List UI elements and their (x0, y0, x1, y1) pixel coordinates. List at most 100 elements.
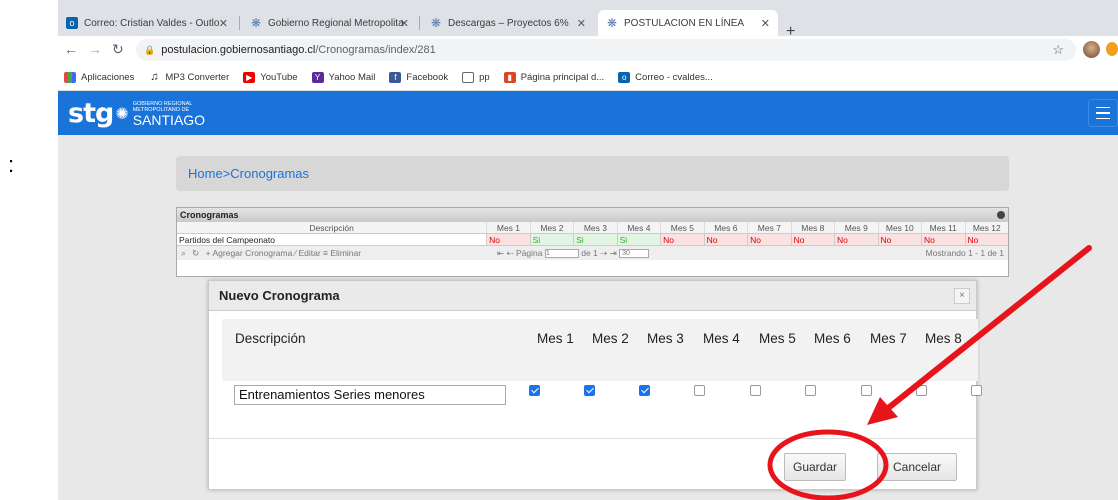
month-checkbox[interactable] (639, 385, 650, 396)
month-cell: Si (616, 234, 661, 245)
grid-caption: Cronogramas (177, 208, 1008, 222)
site-logo[interactable]: stg ✺ GOBIERNO REGIONAL METROPOLITANO DE… (68, 98, 205, 129)
column-header-mes[interactable]: Mes 7 (747, 222, 790, 233)
table-row[interactable]: Partidos del Campeonato No Si Si Si No No No No N… (177, 234, 1008, 246)
bookmark-label: Aplicaciones (81, 71, 135, 83)
column-header-mes: Mes 7 (870, 331, 907, 346)
tab-title: POSTULACION EN LÍNEA (624, 17, 745, 29)
month-cell: No (660, 234, 704, 245)
last-page-icon[interactable]: ⇥ (610, 248, 617, 258)
dialog-header: Nuevo Cronograma × (209, 281, 976, 311)
logo-subtitle: GOBIERNO REGIONAL METROPOLITANO DE SANTI… (133, 101, 205, 127)
next-page-icon[interactable]: ⇢ (600, 248, 607, 258)
bookmark-label: MP3 Converter (165, 71, 230, 83)
month-cell: No (834, 234, 878, 245)
url-field[interactable]: 🔒 postulacion.gobiernosantiago.cl /Crono… (136, 39, 1076, 61)
month-checkbox[interactable] (584, 385, 595, 396)
month-cell: No (921, 234, 965, 245)
first-page-icon[interactable]: ⇤ (497, 248, 504, 258)
column-header-mes[interactable]: Mes 12 (964, 222, 1008, 233)
column-header-mes: Mes 5 (759, 331, 796, 346)
bookmark-label: Yahoo Mail (328, 71, 376, 83)
close-tab-icon[interactable]: ✕ (219, 17, 228, 30)
hamburger-icon (1096, 112, 1110, 114)
row-description: Partidos del Campeonato (179, 235, 275, 245)
month-cell: Si (529, 234, 574, 245)
grid-actions: ⌕ ↻ + Agregar Cronograma ⁄ Editar ≡ Elim… (181, 246, 361, 260)
bookmark-apps[interactable]: Aplicaciones (64, 71, 135, 83)
close-dialog-button[interactable]: × (954, 288, 970, 304)
folder-icon (462, 71, 475, 83)
close-tab-icon[interactable]: ✕ (400, 17, 409, 30)
save-button[interactable]: Guardar (784, 453, 846, 481)
bookmark-youtube[interactable]: ▶ YouTube (243, 71, 298, 83)
breadcrumb-home-link[interactable]: Home (188, 166, 223, 181)
column-header-mes[interactable]: Mes 3 (573, 222, 616, 233)
bookmark-pp[interactable]: pp (462, 71, 490, 83)
month-checkbox[interactable] (694, 385, 705, 396)
collapse-icon[interactable] (997, 211, 1005, 219)
tab-descargas[interactable]: ❋ Descargas – Proyectos 6% ✕ (422, 10, 594, 36)
search-icon[interactable]: ⌕ (181, 248, 186, 258)
page-count: de 1 (581, 248, 598, 258)
close-tab-icon[interactable]: ✕ (577, 17, 586, 30)
refresh-icon[interactable]: ↻ (192, 248, 199, 258)
breadcrumb: Home > Cronogramas (176, 156, 1009, 191)
bookmark-label: Página principal d... (520, 71, 605, 83)
column-header-mes[interactable]: Mes 4 (616, 222, 660, 233)
breadcrumb-current-link[interactable]: Cronogramas (230, 166, 309, 181)
extension-icon[interactable] (1106, 42, 1118, 56)
tab-postulacion[interactable]: ❋ POSTULACION EN LÍNEA ✕ (598, 10, 778, 36)
column-header-mes[interactable]: Mes 6 (703, 222, 747, 233)
column-header-mes[interactable]: Mes 1 (486, 222, 529, 233)
cancel-button[interactable]: Cancelar (877, 453, 957, 481)
back-icon[interactable]: ← (64, 41, 78, 57)
column-header-mes[interactable]: Mes 9 (834, 222, 877, 233)
column-header-mes: Mes 6 (814, 331, 851, 346)
reload-icon[interactable]: ↻ (112, 41, 124, 58)
month-checkbox[interactable] (750, 385, 761, 396)
grid-action-buttons[interactable]: + Agregar Cronograma ⁄ Editar ≡ Eliminar (206, 248, 361, 258)
address-bar-row: ← → ↻ 🔒 postulacion.gobiernosantiago.cl … (58, 36, 1118, 64)
column-header-mes[interactable]: Mes 2 (529, 222, 573, 233)
page-number-input[interactable]: 1 (544, 249, 579, 259)
hamburger-icon (1096, 117, 1110, 120)
forward-icon[interactable]: → (88, 41, 102, 57)
bookmark-correo[interactable]: o Correo - cvaldes... (618, 71, 713, 83)
tab-title: Descargas – Proyectos 6% (448, 17, 569, 29)
seal-icon: ✺ (115, 105, 129, 123)
column-header-mes[interactable]: Mes 8 (790, 222, 834, 233)
tab-gobierno[interactable]: ❋ Gobierno Regional Metropolita ✕ (242, 10, 417, 36)
logo-small: GOBIERNO REGIONAL METROPOLITANO DE (132, 100, 193, 113)
records-info: Mostrando 1 - 1 de 1 (925, 248, 1004, 258)
lock-icon: 🔒 (144, 44, 156, 55)
music-note-icon: ♫ (150, 70, 159, 83)
month-checkbox[interactable] (861, 385, 872, 396)
month-checkbox[interactable] (916, 385, 927, 396)
menu-toggle-button[interactable] (1088, 99, 1118, 127)
bookmark-facebook[interactable]: f Facebook (389, 71, 448, 83)
column-header-mes[interactable]: Mes 11 (921, 222, 964, 233)
column-header-descripcion[interactable]: Descripción (177, 222, 486, 233)
column-header-mes[interactable]: Mes 10 (877, 222, 921, 233)
bookmark-star-icon[interactable]: ☆ (1052, 42, 1064, 58)
profile-avatar[interactable] (1083, 41, 1100, 58)
close-tab-icon[interactable]: ✕ (761, 17, 770, 30)
month-cell: No (790, 234, 835, 245)
month-checkbox[interactable] (971, 385, 982, 396)
youtube-icon: ▶ (243, 71, 256, 83)
tab-outlook[interactable]: o Correo: Cristian Valdes - Outlo ✕ (58, 10, 236, 36)
column-header-mes[interactable]: Mes 5 (660, 222, 703, 233)
side-mark: : (8, 152, 15, 177)
nuevo-cronograma-dialog: Nuevo Cronograma × Descripción Mes 1 Mes … (208, 280, 982, 490)
description-input[interactable]: Entrenamientos Series menores (234, 385, 506, 405)
month-checkbox[interactable] (805, 385, 816, 396)
bookmark-mp3[interactable]: ♫ MP3 Converter (148, 70, 230, 83)
month-checkbox[interactable] (529, 385, 540, 396)
bookmark-pagina[interactable]: ▮ Página principal d... (503, 71, 605, 83)
month-cell: No (877, 234, 922, 245)
column-header-mes: Mes 2 (592, 331, 629, 346)
rows-per-page-select[interactable]: 30 (619, 249, 650, 259)
prev-page-icon[interactable]: ⇠ (507, 248, 514, 258)
bookmark-yahoo[interactable]: Y Yahoo Mail (311, 71, 376, 83)
